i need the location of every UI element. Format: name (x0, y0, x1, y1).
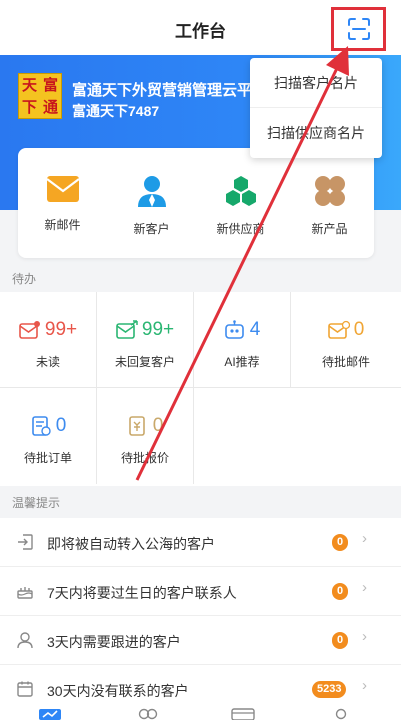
todo-count: 99+ (141, 319, 175, 340)
quick-actions-card: 新邮件 新客户 新供应商 新产品 (18, 148, 374, 258)
todo-count: 99+ (44, 319, 78, 340)
quick-action-label: 新产品 (311, 222, 348, 236)
robot-icon (224, 320, 244, 339)
company-name: 富通天下外贸营销管理云平 (72, 82, 253, 99)
tip-row-transfer[interactable]: 即将被自动转入公海的客户 0 › (0, 518, 401, 567)
order-doc-icon (31, 416, 51, 436)
tip-text: 3天内需要跟进的客户 (47, 634, 181, 650)
chevron-right-icon: › (362, 579, 367, 596)
user-icon (17, 632, 33, 649)
tip-count-badge: 0 (332, 632, 349, 649)
tip-row-follow-up[interactable]: 3天内需要跟进的客户 0 › (0, 616, 401, 665)
profile-tab-icon[interactable] (331, 708, 351, 720)
chevron-right-icon: › (362, 628, 367, 645)
todo-label: 待批邮件 (321, 355, 370, 369)
product-icon (314, 176, 345, 206)
todo-unread[interactable]: 99+ 未读 (0, 292, 97, 388)
company-logo: 天 富 下 通 (18, 73, 62, 119)
approve-mail-icon (327, 320, 350, 339)
header-bar: 工作台 (0, 0, 401, 55)
todo-grid: 99+ 未读 99+ 未回复客户 4 AI推荐 0 待批邮件 0 待批订单 0 … (0, 292, 401, 486)
quick-action-new-customer[interactable]: 新客户 (107, 148, 196, 258)
quick-action-label: 新客户 (133, 222, 170, 236)
tip-row-birthday[interactable]: 7天内将要过生日的客户联系人 0 › (0, 567, 401, 616)
bottom-tab-bar (0, 706, 401, 720)
quick-action-label: 新供应商 (216, 222, 265, 236)
unread-mail-icon (19, 321, 40, 339)
menu-item-scan-supplier-card[interactable]: 扫描供应商名片 (250, 108, 382, 158)
tips-list: 即将被自动转入公海的客户 0 › 7天内将要过生日的客户联系人 0 › 3天内需… (0, 518, 401, 708)
todo-label: 未回复客户 (114, 355, 175, 369)
todo-count: 0 (152, 415, 164, 436)
todo-count: 0 (55, 415, 67, 436)
todo-pending-quotes[interactable]: 0 待批报价 (97, 388, 194, 484)
todo-pending-orders[interactable]: 0 待批订单 (0, 388, 97, 484)
tip-count-badge: 5233 (312, 681, 347, 698)
scan-button[interactable] (331, 7, 386, 51)
cake-icon (17, 587, 33, 599)
reply-mail-icon (116, 320, 138, 339)
menu-item-scan-customer-card[interactable]: 扫描客户名片 (250, 58, 382, 108)
calendar-icon (17, 681, 33, 697)
tips-section-label: 温馨提示 (12, 496, 61, 510)
workbench-tab-icon[interactable] (38, 708, 62, 720)
quick-action-label: 新邮件 (44, 218, 81, 232)
person-icon (137, 176, 166, 207)
scan-dropdown-menu: 扫描客户名片 扫描供应商名片 (250, 58, 382, 158)
todo-count: 4 (249, 319, 261, 340)
todo-ai-recommend[interactable]: 4 AI推荐 (194, 292, 291, 388)
supplier-icon (225, 176, 256, 206)
todo-label: 待批订单 (23, 451, 72, 465)
todo-count: 0 (353, 319, 365, 340)
chevron-right-icon: › (362, 677, 367, 694)
quick-action-new-mail[interactable]: 新邮件 (18, 148, 107, 258)
mail-icon (45, 176, 80, 202)
todo-label: 待批报价 (120, 451, 169, 465)
chevron-right-icon: › (362, 530, 367, 547)
todo-pending-mail[interactable]: 0 待批邮件 (291, 292, 401, 388)
tip-count-badge: 0 (332, 583, 349, 600)
tip-text: 7天内将要过生日的客户联系人 (47, 585, 237, 601)
quick-action-new-product[interactable]: 新产品 (285, 148, 374, 258)
company-account: 富通天下7487 (72, 103, 160, 119)
mail-tab-icon[interactable] (231, 708, 255, 720)
tip-count-badge: 0 (332, 534, 349, 551)
todo-label: 未读 (35, 355, 60, 369)
tip-text: 即将被自动转入公海的客户 (47, 536, 215, 552)
todo-section-label: 待办 (12, 272, 37, 286)
transfer-icon (18, 534, 33, 550)
todo-label: AI推荐 (224, 355, 260, 369)
scan-icon (347, 18, 370, 40)
quick-action-new-supplier[interactable]: 新供应商 (196, 148, 285, 258)
tip-text: 30天内没有联系的客户 (47, 683, 189, 699)
customers-tab-icon[interactable] (136, 708, 160, 720)
quote-doc-icon (128, 416, 145, 436)
todo-unreplied-customers[interactable]: 99+ 未回复客户 (97, 292, 194, 388)
